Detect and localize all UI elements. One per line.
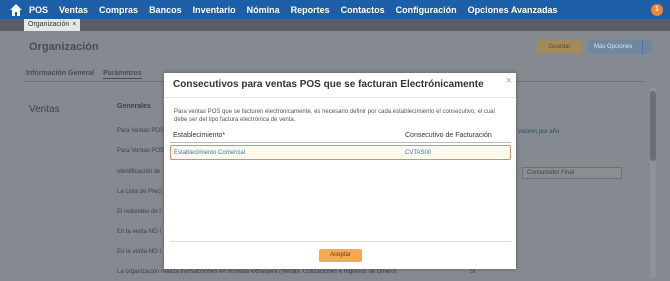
table-row[interactable]: Establecimiento Comercial CVTAS00 [170,145,511,160]
column-establecimiento: Establecimiento* [173,132,226,139]
save-button[interactable]: Guardar [537,40,582,54]
consumer-field[interactable]: Consumidor Final [522,167,622,179]
close-icon[interactable]: × [506,76,512,87]
divider [164,97,516,98]
nav-inventario[interactable]: Inventario [193,5,236,15]
nav-pos[interactable]: POS [29,5,48,15]
nav-contactos[interactable]: Contactos [341,5,385,15]
setting-label: La Lista de Preci [117,189,162,195]
setting-label: Para Ventas POS [117,128,165,134]
tab-close-icon[interactable]: × [72,19,76,31]
section-side-title: Ventas [29,104,60,115]
nav-reportes[interactable]: Reportes [291,5,330,15]
divider [170,241,511,242]
notification-badge[interactable]: 1 [651,4,663,16]
column-consecutivo: Consecutivo de Facturación [405,132,492,139]
top-navigation: POS Ventas Compras Bancos Inventario Nóm… [0,0,670,19]
currency-select[interactable]: Si [470,269,475,275]
setting-label: Identificación de [117,169,161,175]
section-title: Generales [117,103,151,110]
accept-button[interactable]: Aceptar [319,249,362,262]
sub-tabs: Información General Parámetros [26,70,142,79]
modal-title: Consecutivos para ventas POS que se fact… [173,79,484,90]
tab-label: Organización [28,21,70,28]
consecutivos-modal: Consecutivos para ventas POS que se fact… [164,73,516,269]
setting-label: En la venta NO I [117,229,162,235]
tab-strip: Organización × [0,19,670,31]
nav-ventas[interactable]: Ventas [59,5,88,15]
more-options-label: Más Opciones [594,44,633,50]
home-icon[interactable] [9,3,23,17]
nav-configuracion[interactable]: Configuración [396,5,457,15]
nav-opciones-avanzadas[interactable]: Opciones Avanzadas [468,5,558,15]
setting-label: El redondeo de l [117,209,161,215]
setting-label: Para Ventas POS [117,148,165,154]
modal-description: Para ventas POS que se facturen electrón… [174,109,495,123]
more-options-button[interactable]: Más Opciones [588,40,652,54]
nav-bancos[interactable]: Bancos [149,5,182,15]
tab-organizacion[interactable]: Organización × [24,19,81,31]
scroll-thumb[interactable] [650,91,656,161]
setting-label: La organización realiza transacciones en… [117,269,397,275]
consecutivo-link[interactable]: CVTAS00 [405,150,431,156]
subtab-informacion-general[interactable]: Información General [26,70,94,79]
table-header: Establecimiento* Consecutivo de Facturac… [170,130,511,143]
chevron-down-icon[interactable] [642,40,652,54]
establecimiento-link[interactable]: Establecimiento Comercial [174,150,245,156]
nav-nomina[interactable]: Nómina [247,5,280,15]
subtab-parametros[interactable]: Parámetros [103,70,142,79]
nav-compras[interactable]: Compras [99,5,138,15]
page-title: Organización [29,41,99,53]
setting-label: En la venta NO I [117,249,162,255]
setting-value-text: valores por año [518,129,560,135]
